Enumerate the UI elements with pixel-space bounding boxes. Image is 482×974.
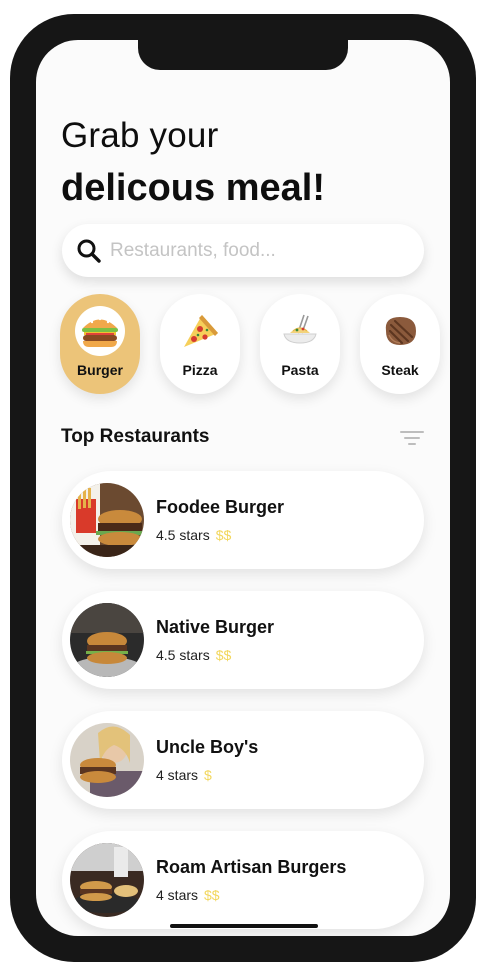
pasta-icon: [283, 314, 317, 344]
restaurant-card[interactable]: Roam Artisan Burgers 4 stars $$: [62, 831, 424, 929]
steak-icon: [385, 317, 416, 345]
burger-icon: [82, 317, 118, 347]
restaurant-price: $: [204, 767, 212, 783]
restaurant-photo: [70, 843, 144, 917]
restaurant-price: $$: [215, 527, 232, 543]
notch: [138, 40, 348, 70]
restaurant-rating: 4 stars: [156, 767, 199, 783]
category-steak[interactable]: Steak: [360, 294, 440, 394]
category-label: Steak: [381, 362, 419, 378]
restaurant-photo: [70, 723, 144, 797]
section-title: Top Restaurants: [61, 426, 210, 447]
restaurant-price: $$: [204, 887, 220, 903]
restaurant-price: $$: [215, 647, 232, 663]
restaurant-card[interactable]: Uncle Boy's 4 stars $: [62, 711, 424, 809]
category-label: Pizza: [182, 362, 218, 378]
headline-line1: Grab your: [61, 116, 219, 155]
filter-icon[interactable]: [400, 430, 424, 446]
restaurant-photo: [70, 603, 144, 677]
restaurant-name: Foodee Burger: [156, 497, 285, 517]
home-indicator: [170, 924, 318, 928]
pizza-icon: [184, 315, 218, 347]
category-pizza[interactable]: Pizza: [160, 294, 240, 394]
category-pasta[interactable]: Pasta: [260, 294, 340, 394]
restaurant-photo: [70, 483, 144, 557]
restaurant-name: Uncle Boy's: [156, 737, 259, 757]
search-bar[interactable]: [62, 224, 424, 277]
restaurant-rating: 4.5 stars: [156, 527, 210, 543]
app-screen: Grab your delicous meal! Restaurants, fo…: [36, 40, 450, 936]
category-label: Burger: [77, 362, 123, 378]
search-icon[interactable]: [76, 238, 102, 264]
restaurant-card[interactable]: Native Burger 4.5 stars $$: [62, 591, 424, 689]
restaurant-rating: 4.5 stars: [156, 647, 210, 663]
category-label: Pasta: [281, 362, 319, 378]
restaurant-name: Native Burger: [156, 617, 275, 637]
search-input[interactable]: [108, 234, 412, 268]
phone-frame: Grab your delicous meal! Restaurants, fo…: [10, 14, 476, 962]
headline-line2: delicous meal!: [61, 167, 325, 209]
restaurant-rating: 4 stars: [156, 887, 199, 903]
restaurant-card[interactable]: Foodee Burger 4.5 stars $$: [62, 471, 424, 569]
restaurant-name: Roam Artisan Burgers: [156, 857, 347, 877]
category-burger[interactable]: Burger: [60, 294, 140, 394]
